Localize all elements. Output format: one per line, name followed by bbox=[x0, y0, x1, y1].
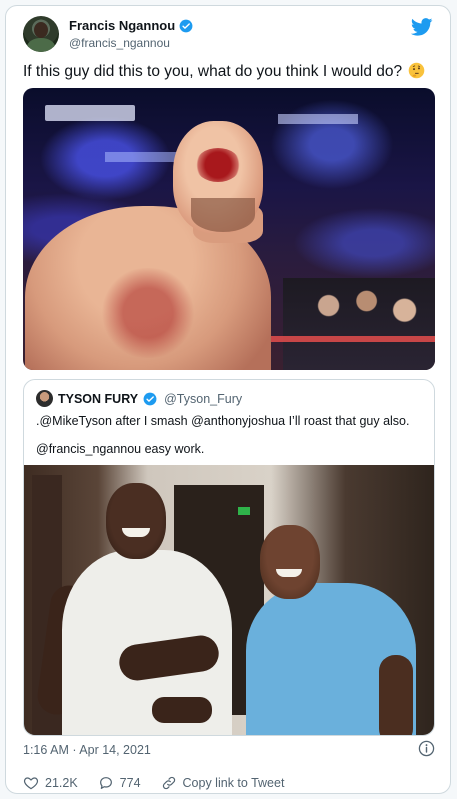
heart-icon bbox=[23, 777, 39, 790]
author-avatar[interactable] bbox=[23, 16, 59, 52]
quoted-handle: @Tyson_Fury bbox=[164, 391, 243, 406]
boxer-beard bbox=[191, 198, 255, 232]
tweet-photo[interactable] bbox=[23, 88, 435, 370]
ringside-crowd bbox=[283, 278, 435, 370]
person-right-head bbox=[260, 525, 320, 599]
info-icon[interactable] bbox=[418, 740, 435, 757]
arena-sign bbox=[45, 105, 135, 121]
tweet-card: Francis Ngannou @francis_ngannou If this… bbox=[5, 5, 451, 794]
arena-sign-2 bbox=[278, 114, 358, 124]
reply-count: 774 bbox=[119, 776, 141, 790]
author-name-row: Francis Ngannou bbox=[69, 18, 193, 33]
quoted-header: TYSON FURY @Tyson_Fury bbox=[36, 390, 242, 407]
author-name[interactable]: Francis Ngannou bbox=[69, 18, 175, 33]
reply-button[interactable]: 774 bbox=[98, 775, 141, 791]
person-left-head bbox=[106, 483, 166, 559]
copy-link-label: Copy link to Tweet bbox=[182, 776, 285, 790]
like-button[interactable]: 21.2K bbox=[23, 775, 78, 791]
like-count: 21.2K bbox=[45, 776, 78, 790]
tweet-text: If this guy did this to you, what do you… bbox=[23, 62, 435, 82]
avatar-head bbox=[34, 22, 48, 38]
twitter-bird-icon[interactable] bbox=[411, 18, 433, 36]
quoted-name: TYSON FURY bbox=[58, 391, 139, 406]
exit-sign bbox=[238, 507, 250, 515]
quoted-tweet[interactable]: TYSON FURY @Tyson_Fury .@MikeTyson after… bbox=[23, 379, 435, 736]
quoted-avatar bbox=[36, 390, 53, 407]
quoted-text-line-2: @francis_ngannou easy work. bbox=[36, 442, 205, 456]
verified-badge-icon bbox=[143, 392, 157, 405]
tweet-timestamp[interactable]: 1:16 AM · Apr 14, 2021 bbox=[23, 743, 151, 757]
timestamp-row: 1:16 AM · Apr 14, 2021 bbox=[23, 740, 435, 760]
copy-link-button[interactable]: Copy link to Tweet bbox=[161, 775, 285, 791]
quoted-photo bbox=[24, 465, 434, 735]
author-handle[interactable]: @francis_ngannou bbox=[69, 36, 170, 50]
avatar-shoulders bbox=[27, 38, 55, 52]
link-icon bbox=[162, 776, 175, 790]
chest-blood bbox=[93, 268, 203, 358]
action-bar: 21.2K 774 Copy link to Tweet bbox=[23, 772, 435, 794]
ring-rope bbox=[263, 336, 435, 342]
tweet-body: If this guy did this to you, what do you… bbox=[23, 63, 403, 80]
thinking-face-icon bbox=[409, 62, 425, 79]
face-blood bbox=[195, 148, 241, 182]
verified-badge-icon bbox=[179, 19, 193, 32]
reply-bubble-icon bbox=[99, 777, 112, 789]
person-right-arm bbox=[379, 655, 413, 735]
tweet-header: Francis Ngannou @francis_ngannou bbox=[23, 16, 433, 58]
quoted-text-line-1: .@MikeTyson after I smash @anthonyjoshua… bbox=[36, 414, 410, 428]
person-right-smile bbox=[276, 569, 302, 577]
handshake bbox=[152, 697, 212, 723]
